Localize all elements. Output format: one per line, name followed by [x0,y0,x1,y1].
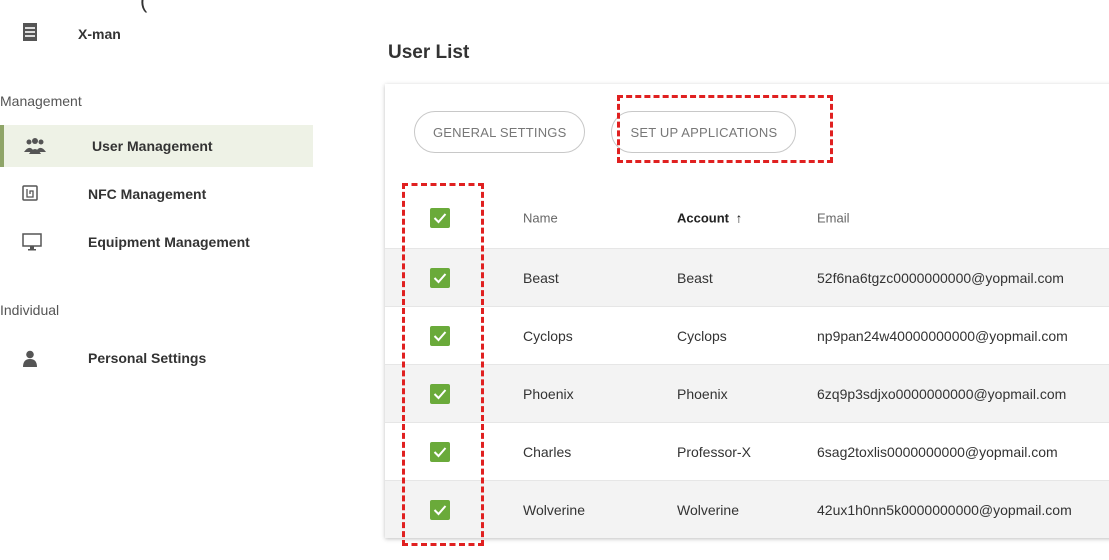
cell-email: np9pan24w40000000000@yopmail.com [817,327,1068,344]
monitor-icon [22,233,42,251]
table-header: Name Account ↑ Email [385,188,1109,248]
table-row[interactable]: Charles Professor-X 6sag2toxlis000000000… [385,422,1109,480]
cell-account: Wolverine [677,501,739,518]
general-settings-button[interactable]: GENERAL SETTINGS [414,111,586,153]
highlight-setup-applications [617,95,833,163]
cell-account: Phoenix [677,385,728,402]
cell-email: 52f6na6tgzc0000000000@yopmail.com [817,269,1064,286]
brand-name: X-man [78,26,121,42]
cell-name: Wolverine [523,501,585,518]
building-icon [23,23,37,41]
sidebar-item-equipment-management[interactable]: Equipment Management [0,221,313,263]
cell-account: Cyclops [677,327,727,344]
cell-account: Professor-X [677,443,751,460]
cell-email: 42ux1h0nn5k0000000000@yopmail.com [817,501,1072,518]
cell-email: 6sag2toxlis0000000000@yopmail.com [817,443,1058,460]
sidebar-item-label: User Management [92,138,213,154]
highlight-checkbox-column [402,183,484,546]
table-row[interactable]: Beast Beast 52f6na6tgzc0000000000@yopmai… [385,248,1109,306]
page-title: User List [388,42,470,63]
column-header-account-label: Account [677,210,729,226]
sidebar-item-label: NFC Management [88,186,207,202]
nfc-icon [22,185,40,201]
table-row[interactable]: Phoenix Phoenix 6zq9p3sdjxo0000000000@yo… [385,364,1109,422]
users-icon [24,137,46,154]
sidebar-item-label: Equipment Management [88,234,250,250]
column-header-name[interactable]: Name [523,211,558,226]
sort-ascending-icon: ↑ [735,210,743,226]
cell-name: Cyclops [523,327,573,344]
sidebar-item-user-management[interactable]: User Management [0,125,313,167]
cell-email: 6zq9p3sdjxo0000000000@yopmail.com [817,385,1067,402]
column-header-email[interactable]: Email [817,211,850,226]
table-row[interactable]: Cyclops Cyclops np9pan24w40000000000@yop… [385,306,1109,364]
person-icon [22,350,40,367]
sidebar-item-personal-settings[interactable]: Personal Settings [0,337,313,379]
sidebar-item-label: Personal Settings [88,350,207,366]
cell-account: Beast [677,269,713,286]
table-row[interactable]: Wolverine Wolverine 42ux1h0nn5k000000000… [385,480,1109,538]
section-title-individual: Individual [0,302,60,318]
cell-name: Beast [523,269,559,286]
cell-name: Charles [523,443,572,460]
column-header-account[interactable]: Account ↑ [677,211,742,226]
sidebar: X-man Management User Management NFC Man… [0,0,313,560]
cell-name: Phoenix [523,385,574,402]
sidebar-item-nfc-management[interactable]: NFC Management [0,173,313,215]
section-title-management: Management [0,93,82,109]
